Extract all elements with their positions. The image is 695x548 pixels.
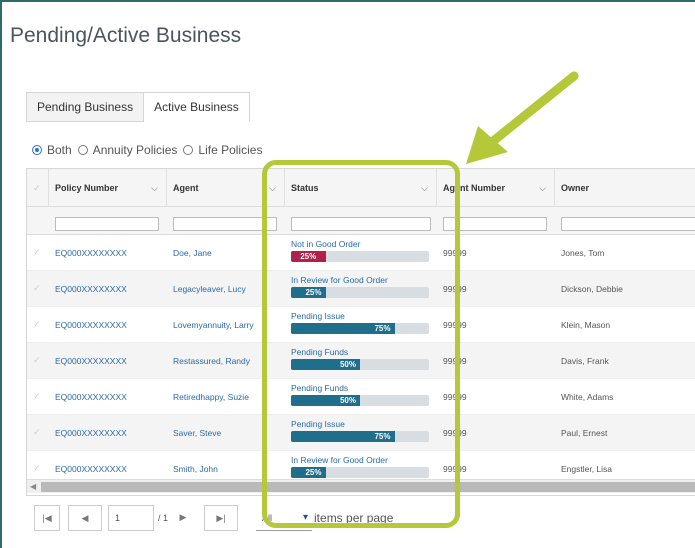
prev-page-icon: ◀ (81, 513, 89, 523)
scroll-left-icon[interactable]: ◀ (30, 480, 36, 494)
page-number-input[interactable]: 1 (108, 505, 154, 531)
cell-owner: Davis, Frank (561, 356, 609, 366)
cell-policy-number[interactable]: EQ000XXXXXXXX (49, 343, 167, 379)
column-label: Owner (561, 183, 590, 193)
tab-pending-business[interactable]: Pending Business (26, 92, 145, 122)
first-page-button[interactable]: |◀ (34, 505, 60, 531)
radio-label-life: Life Policies (198, 143, 263, 157)
last-page-icon: ▶| (216, 513, 226, 523)
business-tabs: Pending Business Active Business (26, 92, 250, 122)
column-label: Policy Number (55, 183, 119, 193)
row-checkbox[interactable]: ✓ (33, 463, 41, 474)
check-icon: ✓ (33, 183, 41, 193)
cell-owner: Dickson, Debbie (561, 284, 623, 294)
page-title: Pending/Active Business (10, 24, 242, 47)
filter-policy-number[interactable] (55, 211, 159, 231)
radio-unchecked-icon (77, 145, 88, 155)
cell-owner: Klein, Mason (561, 320, 611, 330)
radio-annuity-policies[interactable]: Annuity Policies (77, 143, 178, 157)
row-checkbox[interactable]: ✓ (33, 355, 41, 366)
radio-life-policies[interactable]: Life Policies (183, 143, 262, 157)
radio-label-annuity: Annuity Policies (92, 143, 178, 157)
policy-type-filter: Both Annuity Policies Life Policies (32, 143, 268, 157)
chevron-down-icon[interactable]: ⌵ (151, 169, 158, 207)
radio-label-both: Both (47, 143, 72, 157)
last-page-button[interactable]: ▶| (204, 505, 239, 531)
next-page-icon: ▶ (179, 512, 187, 522)
cell-owner: Paul, Ernest (561, 428, 608, 438)
column-header-policy-number[interactable]: Policy Number ⌵ (49, 169, 167, 207)
filter-input[interactable] (561, 217, 695, 231)
select-all-checkbox[interactable]: ✓ (27, 169, 49, 207)
column-label: Agent (173, 183, 199, 193)
status-column-highlight (262, 160, 460, 528)
cell-owner: Jones, Tom (561, 248, 605, 258)
tab-active-business[interactable]: Active Business (144, 92, 250, 122)
cell-owner: White, Adams (561, 392, 614, 402)
next-page-button[interactable]: ▶ (170, 505, 197, 531)
first-page-icon: |◀ (42, 513, 52, 523)
chevron-down-icon[interactable]: ⌵ (539, 169, 546, 207)
filter-input[interactable] (55, 217, 159, 231)
radio-both[interactable]: Both (32, 143, 72, 157)
row-checkbox[interactable]: ✓ (33, 247, 41, 258)
radio-unchecked-icon (183, 145, 194, 155)
prev-page-button[interactable]: ◀ (68, 505, 102, 531)
page-total: / 1 (158, 513, 169, 523)
cell-policy-number[interactable]: EQ000XXXXXXXX (49, 379, 167, 415)
row-checkbox[interactable]: ✓ (33, 391, 41, 402)
row-checkbox[interactable]: ✓ (33, 427, 41, 438)
cell-policy-number[interactable]: EQ000XXXXXXXX (49, 415, 167, 451)
row-checkbox[interactable]: ✓ (33, 319, 41, 330)
cell-policy-number[interactable]: EQ000XXXXXXXX (49, 271, 167, 307)
cell-policy-number[interactable]: EQ000XXXXXXXX (49, 235, 167, 271)
column-header-owner[interactable]: Owner (555, 169, 695, 207)
cell-policy-number[interactable]: EQ000XXXXXXXX (49, 307, 167, 343)
filter-owner[interactable] (561, 211, 695, 231)
row-checkbox[interactable]: ✓ (33, 283, 41, 294)
radio-checked-icon (32, 145, 42, 155)
